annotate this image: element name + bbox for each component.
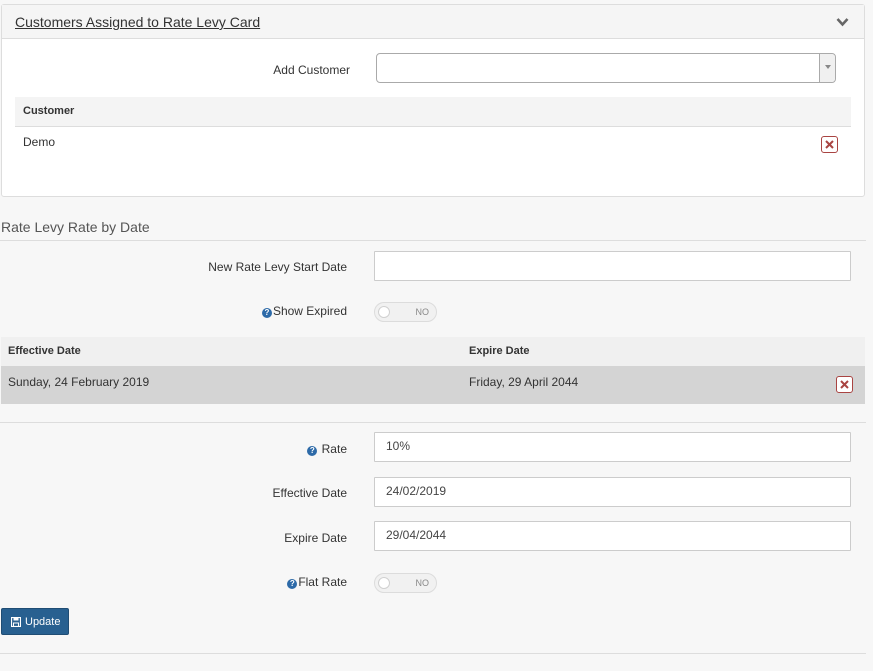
remove-customer-button[interactable] — [821, 136, 838, 153]
chevron-down-icon[interactable] — [836, 17, 849, 27]
question-circle-icon[interactable]: ? — [261, 308, 272, 318]
add-customer-select[interactable] — [376, 53, 836, 83]
new-start-date-input[interactable] — [374, 251, 851, 281]
delete-x-icon — [825, 140, 834, 149]
expire-date-cell: Friday, 29 April 2044 — [469, 375, 579, 389]
column-header-effective-date: Effective Date — [8, 345, 81, 357]
select-arrow-box[interactable] — [819, 54, 835, 82]
chevron-down-icon — [825, 65, 831, 69]
expire-date-label: Expire Date — [284, 531, 347, 545]
delete-x-icon — [840, 380, 849, 389]
flat-rate-label: ? Flat Rate — [200, 575, 347, 589]
column-header-expire-date: Expire Date — [469, 345, 530, 357]
panel-heading[interactable]: Customers Assigned to Rate Levy Card — [2, 5, 864, 39]
divider — [0, 653, 866, 654]
section-title: Rate Levy Rate by Date — [1, 219, 150, 235]
toggle-knob — [378, 577, 390, 589]
toggle-state: NO — [415, 307, 430, 317]
remove-rate-button[interactable] — [836, 376, 853, 393]
question-circle-icon[interactable]: ? — [307, 446, 318, 456]
update-label: Update — [25, 616, 61, 628]
flat-rate-toggle[interactable]: NO — [374, 573, 437, 593]
effective-date-cell: Sunday, 24 February 2019 — [8, 375, 150, 389]
toggle-state: NO — [415, 578, 430, 588]
divider — [0, 422, 866, 423]
rate-label-text: Rate — [321, 442, 347, 456]
effective-date-label: Effective Date — [272, 486, 347, 500]
table-row: Demo — [15, 127, 851, 163]
divider — [0, 240, 866, 241]
expire-date-input[interactable]: 29/04/2044 — [374, 521, 851, 551]
panel-title[interactable]: Customers Assigned to Rate Levy Card — [15, 14, 260, 30]
show-expired-toggle[interactable]: NO — [374, 302, 437, 322]
column-header-customer: Customer — [23, 105, 75, 117]
customer-table-header: Customer — [15, 97, 851, 127]
question-circle-icon[interactable]: ? — [287, 579, 298, 589]
floppy-disk-icon — [11, 617, 21, 627]
new-start-date-label: New Rate Levy Start Date — [208, 260, 347, 274]
rate-label: ? Rate — [200, 442, 347, 456]
effective-date-input[interactable]: 24/02/2019 — [374, 477, 851, 507]
toggle-knob — [378, 306, 390, 318]
show-expired-label: ? Show Expired — [200, 304, 347, 318]
add-customer-label: Add Customer — [273, 63, 350, 77]
update-button[interactable]: Update — [1, 608, 69, 635]
customers-panel: Customers Assigned to Rate Levy Card Add… — [1, 4, 865, 197]
rate-table-header: Effective Date Expire Date — [1, 337, 865, 366]
show-expired-text: Show Expired — [272, 304, 347, 318]
table-row[interactable]: Sunday, 24 February 2019 Friday, 29 Apri… — [1, 366, 865, 404]
rate-input[interactable]: 10% — [374, 432, 851, 462]
customer-name: Demo — [23, 135, 56, 149]
flat-rate-text: Flat Rate — [298, 575, 347, 589]
